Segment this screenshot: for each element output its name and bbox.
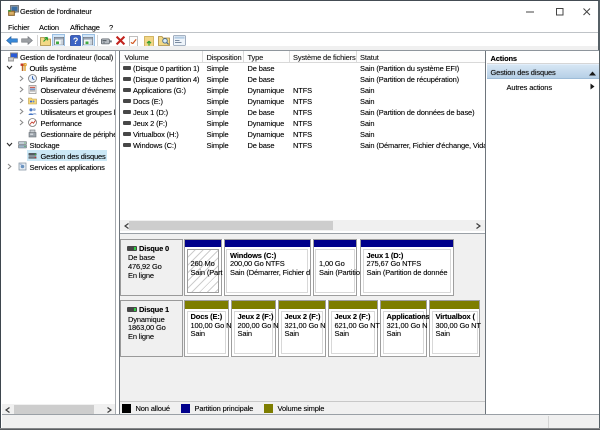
svg-text:?: ? — [72, 36, 77, 46]
